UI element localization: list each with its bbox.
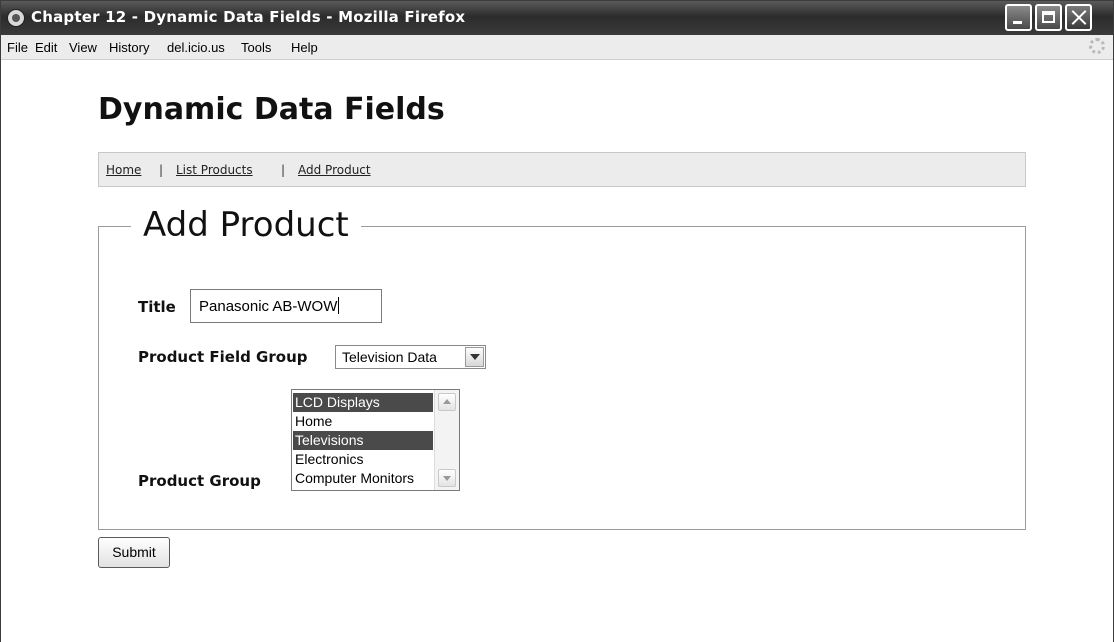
product-group-option[interactable]: Home — [293, 412, 433, 431]
window-title: Chapter 12 - Dynamic Data Fields - Mozil… — [31, 8, 466, 26]
title-input-value: Panasonic AB-WOW — [199, 298, 338, 315]
menu-help[interactable]: Help — [291, 40, 318, 55]
scroll-up-icon[interactable] — [438, 393, 456, 411]
browser-window: Chapter 12 - Dynamic Data Fields - Mozil… — [0, 0, 1114, 642]
menu-edit[interactable]: Edit — [35, 40, 57, 55]
menu-bar: File Edit View History del.icio.us Tools… — [1, 35, 1113, 60]
dropdown-arrow-icon[interactable] — [465, 347, 484, 367]
nav-home-link[interactable]: Home — [106, 163, 141, 177]
scroll-down-icon[interactable] — [438, 469, 456, 487]
close-icon[interactable] — [1065, 4, 1092, 31]
menu-file[interactable]: File — [7, 40, 28, 55]
title-bar: Chapter 12 - Dynamic Data Fields - Mozil… — [1, 1, 1113, 35]
product-group-option[interactable]: Televisions — [293, 431, 433, 450]
menu-history[interactable]: History — [109, 40, 149, 55]
product-group-listbox[interactable]: LCD Displays Home Televisions Electronic… — [291, 389, 460, 491]
product-group-label: Product Group — [138, 472, 261, 490]
product-group-option[interactable]: LCD Displays — [293, 393, 433, 412]
minimize-icon[interactable] — [1005, 4, 1032, 31]
throbber-icon — [1089, 38, 1105, 54]
nav-list-products-link[interactable]: List Products — [176, 163, 253, 177]
nav-add-product-link[interactable]: Add Product — [298, 163, 371, 177]
form-legend: Add Product — [131, 205, 361, 246]
title-input[interactable]: Panasonic AB-WOW — [190, 289, 382, 323]
listbox-scrollbar[interactable] — [434, 390, 459, 490]
product-group-option[interactable]: Computer Monitors — [293, 469, 433, 488]
menu-view[interactable]: View — [69, 40, 97, 55]
submit-button[interactable]: Submit — [98, 537, 170, 568]
nav-bar: Home | List Products | Add Product — [98, 152, 1026, 187]
title-label: Title — [138, 298, 176, 316]
page-title: Dynamic Data Fields — [98, 92, 445, 127]
nav-separator: | — [281, 163, 286, 177]
text-caret — [338, 297, 340, 314]
menu-tools[interactable]: Tools — [241, 40, 271, 55]
page-content: Dynamic Data Fields Home | List Products… — [1, 60, 1113, 642]
product-field-group-label: Product Field Group — [138, 348, 308, 366]
product-field-group-select[interactable]: Television Data — [335, 345, 486, 369]
nav-separator: | — [159, 163, 164, 177]
firefox-icon — [7, 9, 25, 27]
product-group-option[interactable]: Electronics — [293, 450, 433, 469]
menu-delicious[interactable]: del.icio.us — [167, 40, 225, 55]
product-field-group-value: Television Data — [342, 349, 437, 365]
maximize-icon[interactable] — [1035, 4, 1062, 31]
